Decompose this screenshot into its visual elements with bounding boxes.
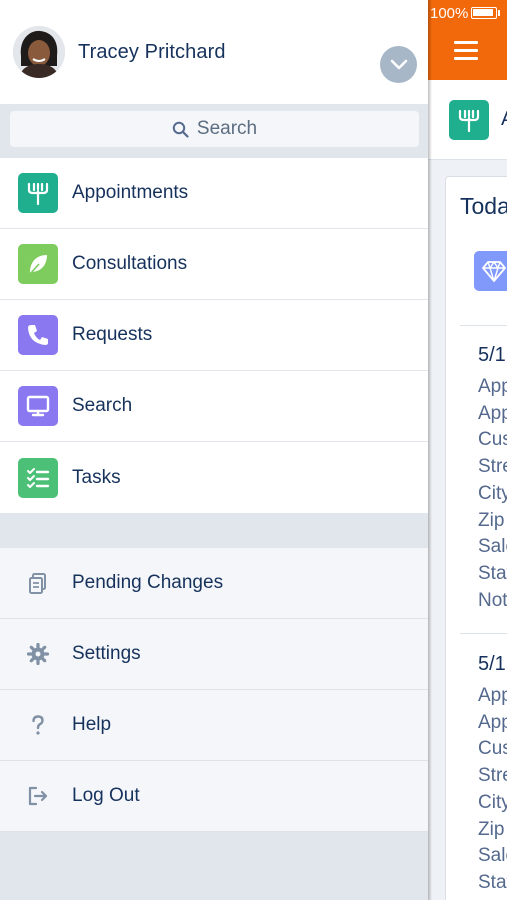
leaf-icon — [18, 244, 58, 284]
hamburger-menu-icon[interactable] — [454, 41, 478, 65]
record-field: App — [478, 376, 507, 397]
monitor-icon — [18, 386, 58, 426]
battery-icon — [471, 7, 497, 19]
search-input[interactable]: Search — [10, 111, 419, 147]
record-date[interactable]: 5/1 — [478, 344, 506, 367]
gear-icon — [18, 634, 58, 674]
nav-label: Search — [72, 395, 133, 416]
divider — [460, 633, 507, 634]
record-field: Zip — [478, 819, 505, 840]
nav-item-settings[interactable]: Settings — [0, 619, 428, 690]
diamond-icon — [474, 251, 507, 291]
logout-icon — [18, 776, 58, 816]
record-field: App — [478, 712, 507, 733]
record-field: Stre — [478, 456, 507, 477]
page-title: A — [501, 108, 507, 131]
search-bar: Search — [0, 104, 428, 158]
search-placeholder: Search — [196, 118, 258, 139]
nav-item-help[interactable]: Help — [0, 690, 428, 761]
drawer-shadow — [428, 0, 432, 900]
profile-menu-toggle[interactable] — [380, 46, 417, 83]
nav-label: Pending Changes — [72, 572, 224, 593]
nav-item-pending-changes[interactable]: Pending Changes — [0, 548, 428, 619]
nav-item-appointments[interactable]: Appointments — [0, 158, 428, 229]
nav-label: Consultations — [72, 253, 188, 274]
search-icon — [172, 121, 189, 138]
divider — [460, 325, 507, 326]
battery-tip — [498, 10, 500, 16]
record-field: Not — [478, 590, 507, 611]
profile-header[interactable]: Tracey Pritchard — [0, 0, 428, 104]
record-field: Stre — [478, 765, 507, 786]
record-date[interactable]: 5/1 — [478, 653, 506, 676]
today-card: Toda 5/1 App App Cus Stre City Zip Sale … — [445, 176, 507, 900]
section-divider — [0, 513, 428, 548]
main-content-peek[interactable]: 100% A Toda 5/1 App App Cus Stre City Zi… — [428, 0, 507, 900]
record-field: Cus — [478, 429, 507, 450]
utility-menu: Pending Changes Settings Help Log Out — [0, 548, 428, 832]
record-field: Sale — [478, 845, 507, 866]
nav-item-consultations[interactable]: Consultations — [0, 229, 428, 300]
nav-label: Help — [72, 714, 112, 735]
nav-label: Appointments — [72, 182, 189, 203]
record-field: Cus — [478, 738, 507, 759]
nav-label: Requests — [72, 324, 153, 345]
user-name: Tracey Pritchard — [78, 40, 226, 63]
record-field: Stat — [478, 563, 507, 584]
phone-icon — [18, 315, 58, 355]
record-field: Stat — [478, 872, 507, 893]
nav-item-log-out[interactable]: Log Out — [0, 761, 428, 832]
record-field: Zip — [478, 510, 505, 531]
nav-item-tasks[interactable]: Tasks — [0, 442, 428, 513]
navigation-drawer: Tracey Pritchard Search Appointments Con… — [0, 0, 428, 900]
nav-label: Log Out — [72, 785, 140, 806]
nav-item-search[interactable]: Search — [0, 371, 428, 442]
appointments-icon — [18, 173, 58, 213]
help-icon — [18, 705, 58, 745]
nav-item-requests[interactable]: Requests — [0, 300, 428, 371]
pending-changes-icon — [18, 563, 58, 603]
chevron-down-icon — [390, 59, 407, 69]
battery-percent: 100% — [430, 5, 469, 22]
checklist-icon — [18, 457, 58, 498]
record-field: City — [478, 483, 507, 504]
record-field: App — [478, 685, 507, 706]
nav-label: Settings — [72, 643, 141, 664]
nav-menu: Appointments Consultations Requests Sear… — [0, 158, 428, 513]
appointments-icon — [449, 100, 489, 140]
avatar — [13, 26, 65, 78]
record-field: City — [478, 792, 507, 813]
record-field: App — [478, 403, 507, 424]
record-field: Sale — [478, 536, 507, 557]
app-top-bar: 100% — [428, 0, 507, 80]
page-header: A — [428, 80, 507, 160]
nav-label: Tasks — [72, 466, 121, 488]
card-title: Toda — [460, 193, 507, 219]
